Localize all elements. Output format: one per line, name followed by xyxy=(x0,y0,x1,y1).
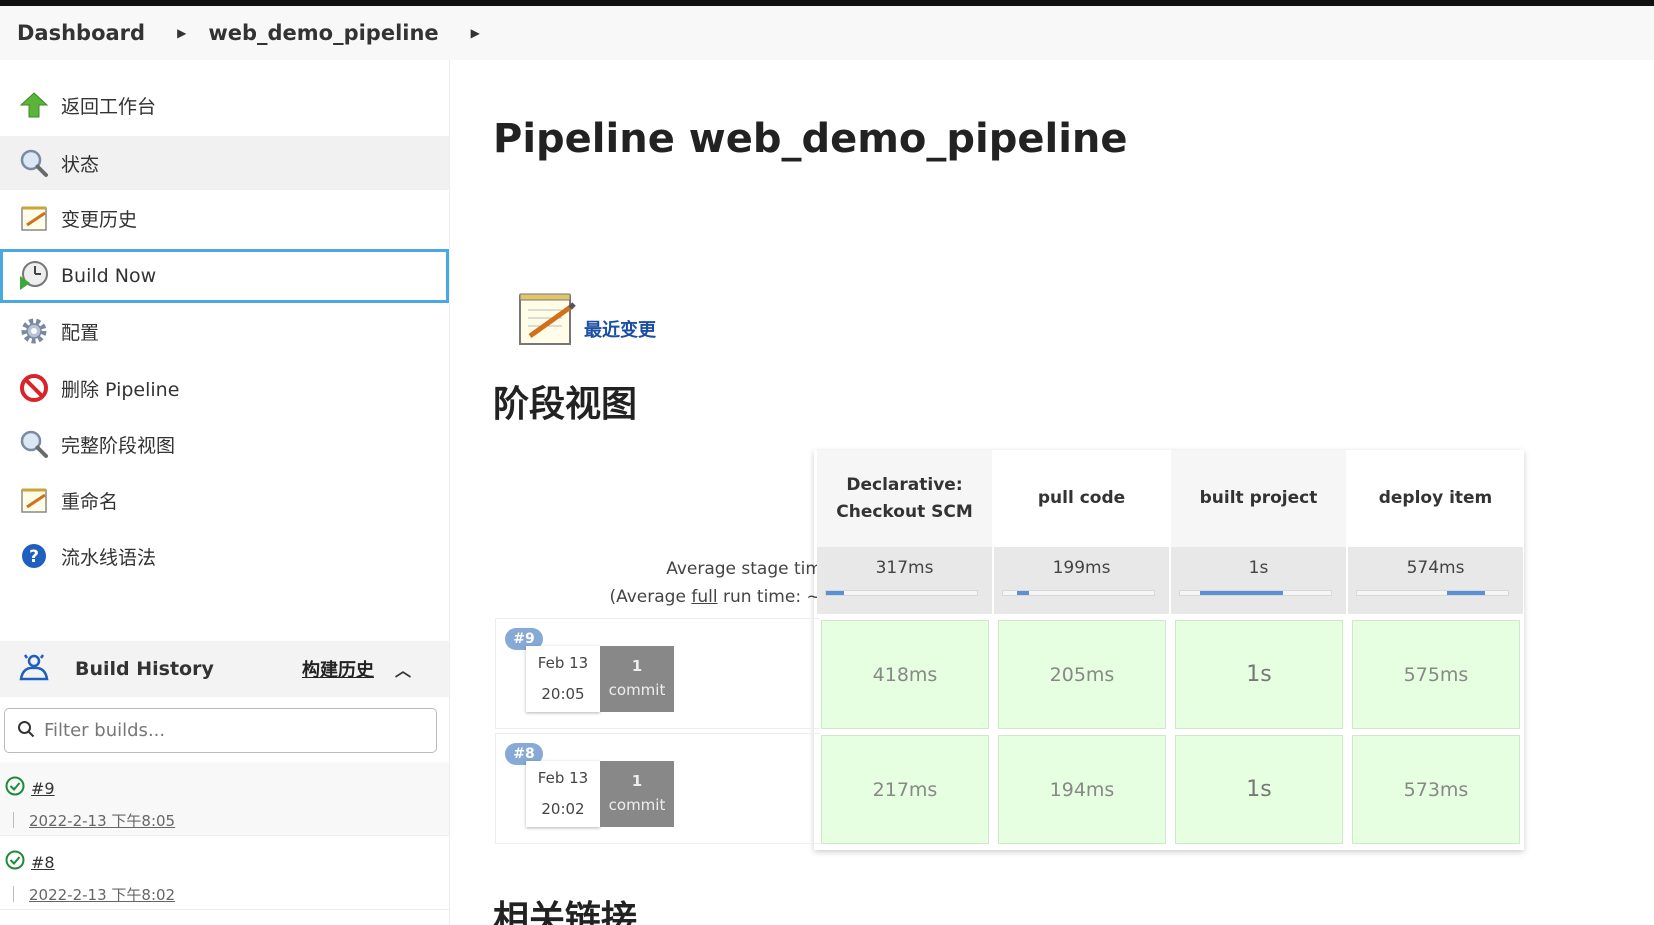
build-history-row[interactable]: #9 2022-2-13 下午8:05 xyxy=(0,762,449,836)
sidebar-item-pipeline-syntax[interactable]: ? 流水线语法 xyxy=(0,529,449,583)
stage-average: 199ms xyxy=(994,547,1169,614)
build-date-link[interactable]: 2022-2-13 下午8:05 xyxy=(29,810,175,831)
recent-changes[interactable]: 最近变更 xyxy=(516,288,656,352)
stage-average-time: 199ms xyxy=(1052,558,1111,578)
timeline-divider xyxy=(13,812,14,828)
stage-average-bar xyxy=(825,590,978,596)
stage-cell[interactable]: 205ms xyxy=(998,620,1166,729)
run-commits-button[interactable]: 1 commit xyxy=(600,646,674,712)
search-icon xyxy=(17,720,35,742)
run-header[interactable]: #9 Feb 13 20:05 1 commit xyxy=(495,618,820,729)
sidebar-item-label: 流水线语法 xyxy=(61,546,157,569)
breadcrumb-job[interactable]: web_demo_pipeline xyxy=(208,21,438,45)
stage-average-time: 574ms xyxy=(1406,558,1465,578)
average-run-time: (Average full run time: ~2s) xyxy=(609,587,847,607)
run-header[interactable]: #8 Feb 13 20:02 1 commit xyxy=(495,733,820,844)
help-icon: ? xyxy=(18,540,50,572)
build-trend-link[interactable]: 构建历史 xyxy=(302,656,374,682)
sidebar-item-configure[interactable]: 配置 xyxy=(0,304,449,358)
filter-builds-input[interactable] xyxy=(44,720,424,741)
stage-average-fill xyxy=(1447,591,1485,595)
stage-cell[interactable]: 573ms xyxy=(1352,735,1520,844)
stage-cell[interactable]: 217ms xyxy=(821,735,989,844)
sidebar-item-delete-pipeline[interactable]: 删除 Pipeline xyxy=(0,361,449,415)
stage-header: deploy item xyxy=(1348,450,1523,547)
sidebar-item-back-to-dashboard[interactable]: 返回工作台 xyxy=(0,78,449,132)
stage-average: 1s xyxy=(1171,547,1346,614)
clock-icon xyxy=(18,260,50,292)
average-stage-times: Average stage times: (Average full run t… xyxy=(550,555,847,611)
stage-average-fill xyxy=(1017,591,1029,595)
stage-header: built project xyxy=(1171,450,1346,547)
stage-average-fill xyxy=(826,591,844,595)
search-icon xyxy=(18,147,50,179)
notepad-icon xyxy=(18,202,50,234)
build-history-header: Build History 构建历史 ︿ xyxy=(0,641,449,697)
stage-header: Declarative: Checkout SCM xyxy=(817,450,992,547)
sidebar-item-label: Build Now xyxy=(61,265,157,287)
sidebar-item-label: 配置 xyxy=(61,321,100,344)
stage-average: 317ms xyxy=(817,547,992,614)
sidebar-item-label: 重命名 xyxy=(61,490,119,513)
chevron-up-icon[interactable]: ︿ xyxy=(395,657,411,681)
sidebar-item-label: 变更历史 xyxy=(61,208,138,231)
stage-average-bar xyxy=(1179,590,1332,596)
build-date-link[interactable]: 2022-2-13 下午8:02 xyxy=(29,884,175,905)
sidebar-item-full-stage-view[interactable]: 完整阶段视图 xyxy=(0,417,449,471)
sidebar-item-label: 完整阶段视图 xyxy=(61,434,176,457)
sidebar-item-label: 状态 xyxy=(61,153,100,176)
recent-changes-link[interactable]: 最近变更 xyxy=(584,316,656,342)
up-arrow-icon xyxy=(18,89,50,121)
chevron-right-icon[interactable]: ▶ xyxy=(471,26,480,40)
sidebar-item-rename[interactable]: 重命名 xyxy=(0,473,449,527)
sidebar-item-label: 删除 Pipeline xyxy=(61,378,180,401)
notepad-icon xyxy=(18,484,50,516)
stage-header: pull code xyxy=(994,450,1169,547)
full-run-time-link[interactable]: full xyxy=(691,587,717,607)
average-stage-times-label: Average stage times: xyxy=(666,559,847,579)
success-check-icon xyxy=(5,776,25,800)
run-datetime: Feb 13 20:05 xyxy=(526,646,600,712)
page-title: Pipeline web_demo_pipeline xyxy=(493,116,1128,162)
notepad-icon xyxy=(516,288,576,352)
stage-average-time: 1s xyxy=(1248,558,1269,578)
run-commits-button[interactable]: 1 commit xyxy=(600,761,674,827)
stage-average-bar xyxy=(1356,590,1509,596)
weather-icon xyxy=(17,651,51,687)
build-history-row[interactable]: #8 2022-2-13 下午8:02 xyxy=(0,836,449,910)
stage-cell[interactable]: 1s xyxy=(1175,620,1343,729)
related-links-heading: 相关链接 xyxy=(493,899,638,925)
build-history-title: Build History xyxy=(75,658,214,680)
stage-cell[interactable]: 1s xyxy=(1175,735,1343,844)
filter-builds-field[interactable] xyxy=(4,708,437,753)
stage-view-heading: 阶段视图 xyxy=(493,384,638,425)
sidebar-item-status[interactable]: 状态 xyxy=(0,136,449,190)
stage-average-fill xyxy=(1200,591,1283,595)
build-number-link[interactable]: #9 xyxy=(31,779,55,798)
build-number-link[interactable]: #8 xyxy=(31,853,55,872)
gear-icon xyxy=(18,315,50,347)
stage-cell[interactable]: 575ms xyxy=(1352,620,1520,729)
sidebar-item-label: 返回工作台 xyxy=(61,95,157,118)
sidebar-item-build-now[interactable]: Build Now xyxy=(0,249,449,303)
chevron-right-icon[interactable]: ▶ xyxy=(177,26,186,40)
run-datetime: Feb 13 20:02 xyxy=(526,761,600,827)
stage-average: 574ms xyxy=(1348,547,1523,614)
no-entry-icon xyxy=(18,372,50,404)
stage-cell[interactable]: 194ms xyxy=(998,735,1166,844)
stage-average-time: 317ms xyxy=(875,558,934,578)
timeline-divider xyxy=(13,886,14,902)
svg-text:?: ? xyxy=(29,547,39,567)
stage-average-bar xyxy=(1002,590,1155,596)
breadcrumb: Dashboard ▶ web_demo_pipeline ▶ xyxy=(0,6,1654,60)
success-check-icon xyxy=(5,850,25,874)
sidebar-item-changes[interactable]: 变更历史 xyxy=(0,191,449,245)
breadcrumb-dashboard[interactable]: Dashboard xyxy=(17,21,145,45)
stage-cell[interactable]: 418ms xyxy=(821,620,989,729)
search-icon xyxy=(18,428,50,460)
